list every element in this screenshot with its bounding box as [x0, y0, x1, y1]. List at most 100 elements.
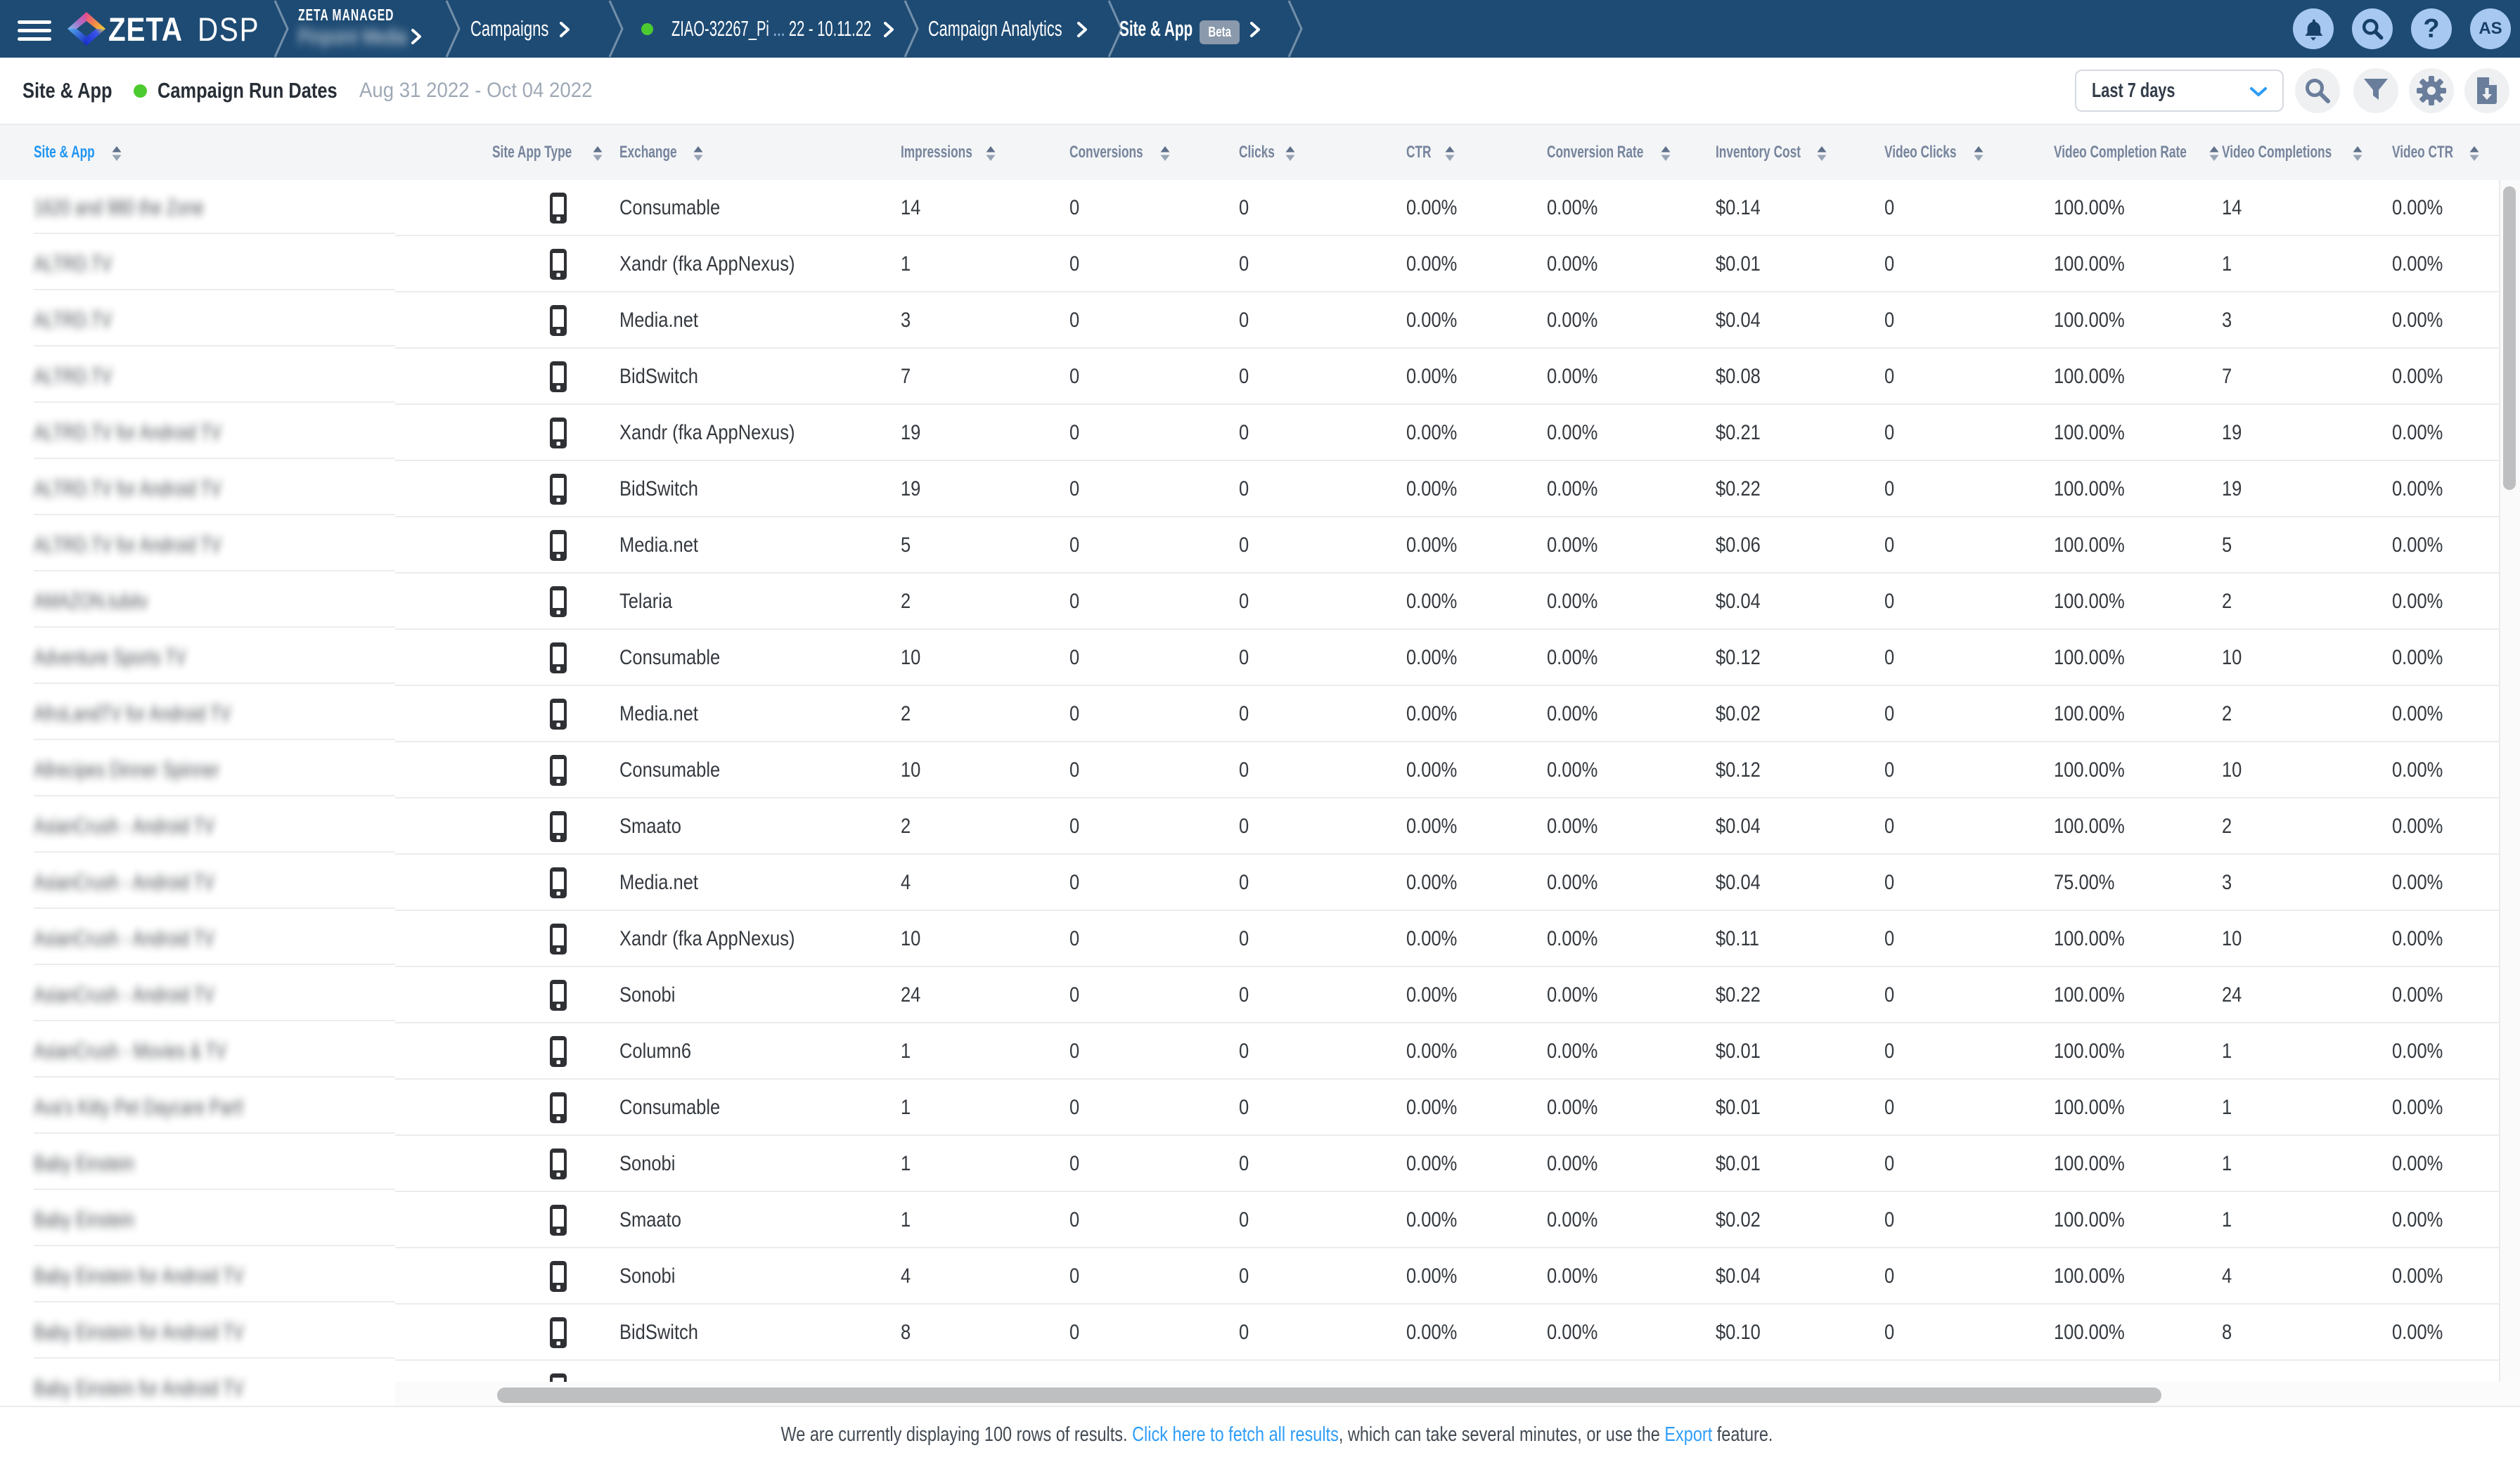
- zeta-dsp-app: ZETA DSP ZETA MANAGED Pinpoint Media Cam…: [0, 0, 2520, 1462]
- column-header-video_ctr[interactable]: Video CTR: [2392, 125, 2453, 180]
- cell-video_ctr: 0.00%: [2392, 686, 2443, 742]
- help-button[interactable]: ?: [2411, 8, 2452, 49]
- column-header-site[interactable]: Site & App: [34, 125, 95, 180]
- cell-inventory_cost: $0.06: [1716, 517, 1761, 574]
- cell-inventory_cost: $0.02: [1716, 686, 1761, 742]
- table-row[interactable]: Baby Einstein for Android TVSonobi4000.0…: [0, 1248, 2499, 1305]
- mobile-icon: [549, 473, 567, 505]
- table-row[interactable]: ALTRD.TVMedia.net3000.00%0.00%$0.040100.…: [0, 292, 2499, 349]
- cell-conversion_rate: 0.00%: [1547, 574, 1598, 630]
- column-header-inventory_cost[interactable]: Inventory Cost: [1716, 125, 1801, 180]
- cell-video_completion_rate: 100.00%: [2054, 517, 2125, 574]
- table-row[interactable]: Baby Einstein for Android TVBidSwitch800…: [0, 1305, 2499, 1361]
- settings-button[interactable]: [2409, 68, 2454, 113]
- cell-video_ctr: 0.00%: [2392, 236, 2443, 292]
- table-row[interactable]: AsianCrush - Android TVMedia.net4000.00%…: [0, 855, 2499, 911]
- notifications-button[interactable]: [2293, 8, 2334, 49]
- sort-icon[interactable]: [112, 146, 122, 161]
- sort-icon[interactable]: [2469, 146, 2479, 161]
- cell-impressions: 19: [901, 405, 920, 461]
- table-row[interactable]: AsianCrush - Android TVSmaato2000.00%0.0…: [0, 798, 2499, 855]
- cell-video_ctr: 0.00%: [2392, 292, 2443, 349]
- search-icon: [2302, 75, 2333, 106]
- table-row[interactable]: ALTRD.TV for Android TVBidSwitch19000.00…: [0, 461, 2499, 517]
- chevron-right-icon: [411, 28, 422, 45]
- column-header-clicks[interactable]: Clicks: [1239, 125, 1275, 180]
- horizontal-scrollbar-thumb[interactable]: [497, 1387, 2161, 1403]
- cell-site: Baby Einstein for Android TV: [34, 1248, 244, 1305]
- sort-icon[interactable]: [2353, 146, 2362, 161]
- sort-icon[interactable]: [1160, 146, 1170, 161]
- column-header-video_completions[interactable]: Video Completions: [2222, 125, 2332, 180]
- column-header-impressions[interactable]: Impressions: [901, 125, 972, 180]
- column-header-video_completion_rate[interactable]: Video Completion Rate: [2054, 125, 2187, 180]
- cell-video_completions: 19: [2222, 461, 2242, 517]
- mobile-icon: [549, 586, 567, 618]
- chevron-right-icon: [1249, 21, 1261, 38]
- fetch-all-link[interactable]: Click here to fetch all results: [1132, 1423, 1339, 1446]
- table-row[interactable]: AfroLandTV for Android TVMedia.net2000.0…: [0, 686, 2499, 742]
- row-divider: [34, 1301, 395, 1302]
- user-avatar[interactable]: AS: [2470, 8, 2511, 49]
- cell-video_clicks: 0: [1884, 855, 1894, 911]
- table-row[interactable]: Baby EinsteinSonobi1000.00%0.00%$0.01010…: [0, 1136, 2499, 1192]
- table-row[interactable]: 1620 and 980 the ZoneConsumable14000.00%…: [0, 180, 2499, 236]
- table-row[interactable]: AMAZON.tubitvTelaria2000.00%0.00%$0.0401…: [0, 574, 2499, 630]
- column-header-exchange[interactable]: Exchange: [619, 125, 677, 180]
- cell-video_clicks: 0: [1884, 292, 1894, 349]
- sort-icon[interactable]: [593, 146, 603, 161]
- managed-label: ZETA MANAGED: [298, 6, 394, 25]
- cell-ctr: 0.00%: [1406, 1136, 1457, 1192]
- mobile-icon: [549, 417, 567, 449]
- cell-exchange: Smaato: [619, 798, 681, 855]
- help-icon: ?: [2423, 14, 2439, 44]
- table-row[interactable]: AsianCrush - Android TVXandr (fka AppNex…: [0, 911, 2499, 967]
- sort-icon[interactable]: [1285, 146, 1295, 161]
- table-row[interactable]: Baby EinsteinSmaato1000.00%0.00%$0.02010…: [0, 1192, 2499, 1248]
- export-button[interactable]: [2464, 68, 2509, 113]
- column-header-conversions[interactable]: Conversions: [1069, 125, 1143, 180]
- cell-video_completion_rate: 75.00%: [2054, 855, 2114, 911]
- sort-icon[interactable]: [2209, 146, 2219, 161]
- results-footer: We are currently displaying 100 rows of …: [0, 1406, 2520, 1462]
- breadcrumb-divider: [445, 0, 461, 58]
- cell-inventory_cost: $0.21: [1716, 405, 1761, 461]
- menu-button[interactable]: [18, 0, 51, 58]
- table-row[interactable]: Ava's Kitty Pet Daycare Part!Consumable1…: [0, 1080, 2499, 1136]
- cell-exchange: Sonobi: [619, 1248, 675, 1305]
- vertical-scrollbar-thumb[interactable]: [2503, 186, 2516, 490]
- table-row[interactable]: Allrecipes Dinner SpinnerConsumable10000…: [0, 742, 2499, 798]
- table-search-button[interactable]: [2295, 68, 2340, 113]
- column-header-conversion_rate[interactable]: Conversion Rate: [1547, 125, 1643, 180]
- table-row[interactable]: ALTRD.TVBidSwitch7000.00%0.00%$0.080100.…: [0, 349, 2499, 405]
- column-header-ctr[interactable]: CTR: [1406, 125, 1432, 180]
- column-header-video_clicks[interactable]: Video Clicks: [1884, 125, 1956, 180]
- table-row[interactable]: ALTRD.TV for Android TVMedia.net5000.00%…: [0, 517, 2499, 574]
- sort-icon[interactable]: [1445, 146, 1455, 161]
- cell-conversion_rate: 0.00%: [1547, 1080, 1598, 1136]
- sort-icon[interactable]: [1974, 146, 1984, 161]
- breadcrumb-campaign-analytics[interactable]: Campaign Analytics: [928, 0, 1119, 58]
- global-search-button[interactable]: [2352, 8, 2393, 49]
- sort-icon[interactable]: [1661, 146, 1671, 161]
- table-row[interactable]: AsianCrush - Android TVSonobi24000.00%0.…: [0, 967, 2499, 1023]
- cell-video_completion_rate: 100.00%: [2054, 236, 2125, 292]
- filter-button[interactable]: [2353, 68, 2398, 113]
- mobile-icon: [549, 642, 567, 674]
- sort-icon[interactable]: [1817, 146, 1827, 161]
- cell-exchange: Media.net: [619, 686, 698, 742]
- top-navbar: ZETA DSP ZETA MANAGED Pinpoint Media Cam…: [0, 0, 2520, 58]
- sort-icon[interactable]: [693, 146, 703, 161]
- date-range-select[interactable]: Last 7 days: [2075, 70, 2284, 112]
- cell-clicks: 0: [1239, 1248, 1249, 1305]
- column-header-type[interactable]: Site App Type: [492, 125, 572, 180]
- row-divider: [34, 1245, 395, 1246]
- cell-conversions: 0: [1069, 1192, 1079, 1248]
- table-row[interactable]: ALTRD.TVXandr (fka AppNexus)1000.00%0.00…: [0, 236, 2499, 292]
- cell-clicks: 0: [1239, 911, 1249, 967]
- table-row[interactable]: Adventure Sports TVConsumable10000.00%0.…: [0, 630, 2499, 686]
- sort-icon[interactable]: [986, 146, 996, 161]
- export-link[interactable]: Export: [1664, 1423, 1712, 1446]
- table-row[interactable]: AsianCrush - Movies & TVColumn61000.00%0…: [0, 1023, 2499, 1080]
- table-row[interactable]: ALTRD.TV for Android TVXandr (fka AppNex…: [0, 405, 2499, 461]
